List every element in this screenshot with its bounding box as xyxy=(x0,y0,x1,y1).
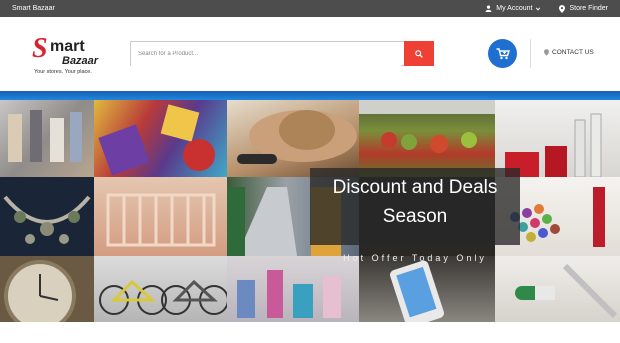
tile-perfumes xyxy=(227,256,359,322)
logo-mart: mart xyxy=(50,38,85,55)
smart-bazaar-logo[interactable]: S mart Bazaar Your stores. Your place. xyxy=(32,33,102,81)
tile-colorful-goods xyxy=(94,100,227,177)
cart-button[interactable] xyxy=(488,39,517,68)
page-bottom-whitespace xyxy=(0,322,620,343)
topbar-brand: Smart Bazaar xyxy=(12,5,55,12)
banner-subtitle: Hot Offer Today Only xyxy=(343,253,487,263)
search-bar xyxy=(130,41,434,66)
banner-title-line1: Discount and Deals xyxy=(332,177,498,198)
tile-bicycles xyxy=(94,256,227,322)
map-marker-icon xyxy=(559,4,566,13)
tile-clothing-store xyxy=(0,100,94,177)
store-finder-link[interactable]: Store Finder xyxy=(559,4,608,13)
tile-jewelry xyxy=(0,177,94,256)
tile-wall-clock xyxy=(0,256,94,322)
search-button[interactable] xyxy=(404,41,434,66)
tile-crib xyxy=(94,177,227,256)
search-icon xyxy=(415,49,423,58)
tile-soda-bottles xyxy=(495,100,620,177)
store-finder-label: Store Finder xyxy=(569,5,608,12)
logo-tagline: Your stores. Your place. xyxy=(34,69,92,75)
user-icon xyxy=(485,5,492,12)
location-icon xyxy=(544,49,549,56)
tile-medicine xyxy=(495,256,620,322)
top-bar: Smart Bazaar My Account Store Finder xyxy=(0,0,620,17)
logo-bazaar: Bazaar xyxy=(62,55,99,67)
tile-produce-aisle xyxy=(359,100,495,177)
contact-us-label: CONTACT US xyxy=(552,49,594,56)
tile-hat-sunglasses xyxy=(227,100,359,177)
contact-us-link[interactable]: CONTACT US xyxy=(544,49,594,56)
tile-smartphone xyxy=(359,256,495,322)
my-account-link[interactable]: My Account xyxy=(485,5,545,12)
banner-title-line2: Season xyxy=(382,206,448,227)
blue-divider-stripe xyxy=(0,91,620,100)
site-header: S mart Bazaar Your stores. Your place. C… xyxy=(0,17,620,91)
header-divider xyxy=(530,39,531,68)
chevron-down-icon xyxy=(536,6,541,11)
my-account-label: My Account xyxy=(496,5,533,12)
logo-letter-s: S xyxy=(32,33,48,64)
cart-icon xyxy=(496,47,510,59)
banner-title: Discount and Deals Season xyxy=(310,173,520,231)
search-input[interactable] xyxy=(131,42,401,66)
